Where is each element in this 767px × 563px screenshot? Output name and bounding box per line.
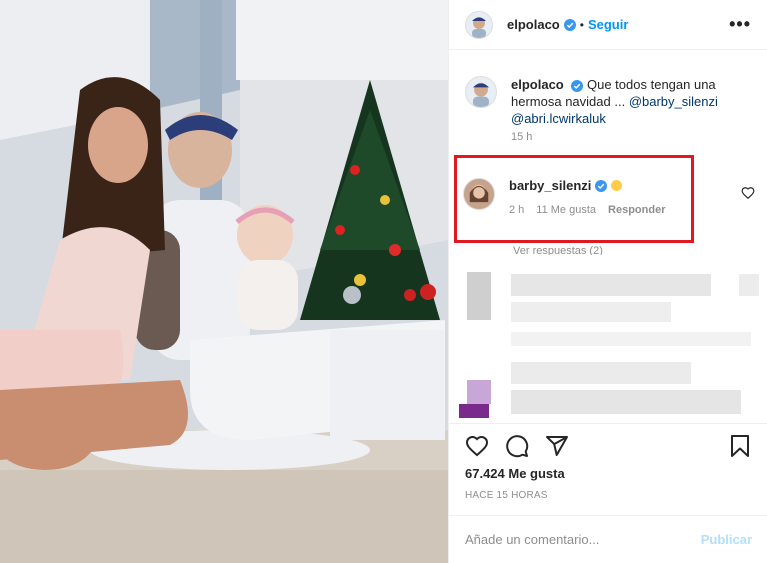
post-actions: [449, 423, 767, 467]
separator-dot: •: [579, 17, 584, 32]
comment-header: barby_silenzi: [509, 178, 666, 193]
comment-icon[interactable]: [505, 434, 529, 458]
commenter-username[interactable]: barby_silenzi: [509, 178, 591, 193]
post-caption: elpolaco Que todos tengan una hermosa na…: [449, 50, 767, 127]
post-timestamp: HACE 15 HORAS: [465, 490, 548, 501]
comment-likes[interactable]: 11 Me gusta: [536, 204, 596, 216]
post-photo[interactable]: [0, 0, 448, 563]
comment-input[interactable]: [465, 532, 701, 547]
caption-time: 15 h: [511, 131, 533, 143]
heart-icon[interactable]: [741, 186, 755, 200]
verified-badge-icon: [571, 79, 584, 92]
more-options-icon[interactable]: •••: [729, 14, 751, 35]
comment-time: 2 h: [509, 204, 525, 216]
post-side-panel: elpolaco • Seguir ••• elpolaco Que todos…: [448, 0, 767, 563]
caption-avatar[interactable]: [465, 76, 497, 108]
bookmark-icon[interactable]: [728, 434, 752, 458]
heart-icon[interactable]: [465, 434, 489, 458]
highlighted-comment: barby_silenzi 2 h 11 Me gusta Responder: [463, 178, 755, 216]
post-header: elpolaco • Seguir •••: [449, 0, 767, 50]
family-christmas-photo: [0, 0, 448, 563]
caption-username[interactable]: elpolaco: [511, 77, 564, 92]
share-icon[interactable]: [545, 434, 569, 458]
add-comment-bar: Publicar: [449, 515, 767, 563]
author-username[interactable]: elpolaco: [507, 17, 560, 32]
follow-button[interactable]: Seguir: [588, 17, 628, 32]
publish-button[interactable]: Publicar: [701, 532, 752, 547]
smiling-emoji-icon: [611, 180, 623, 191]
view-replies-link[interactable]: Ver respuestas (2): [513, 245, 603, 255]
commenter-avatar[interactable]: [463, 178, 495, 210]
comment-body: barby_silenzi 2 h 11 Me gusta Responder: [509, 178, 666, 216]
blurred-comments: [449, 262, 767, 422]
author-avatar[interactable]: [465, 10, 493, 39]
likes-count[interactable]: 67.424 Me gusta: [465, 466, 565, 481]
mention-link[interactable]: @barby_silenzi: [629, 94, 718, 109]
mention-link[interactable]: @abri.lcwirkaluk: [511, 111, 606, 126]
caption-text: elpolaco Que todos tengan una hermosa na…: [511, 76, 751, 127]
verified-badge-icon: [563, 18, 576, 31]
reply-button[interactable]: Responder: [608, 204, 665, 216]
verified-badge-icon: [595, 179, 608, 192]
comment-meta: 2 h 11 Me gusta Responder: [509, 204, 666, 216]
